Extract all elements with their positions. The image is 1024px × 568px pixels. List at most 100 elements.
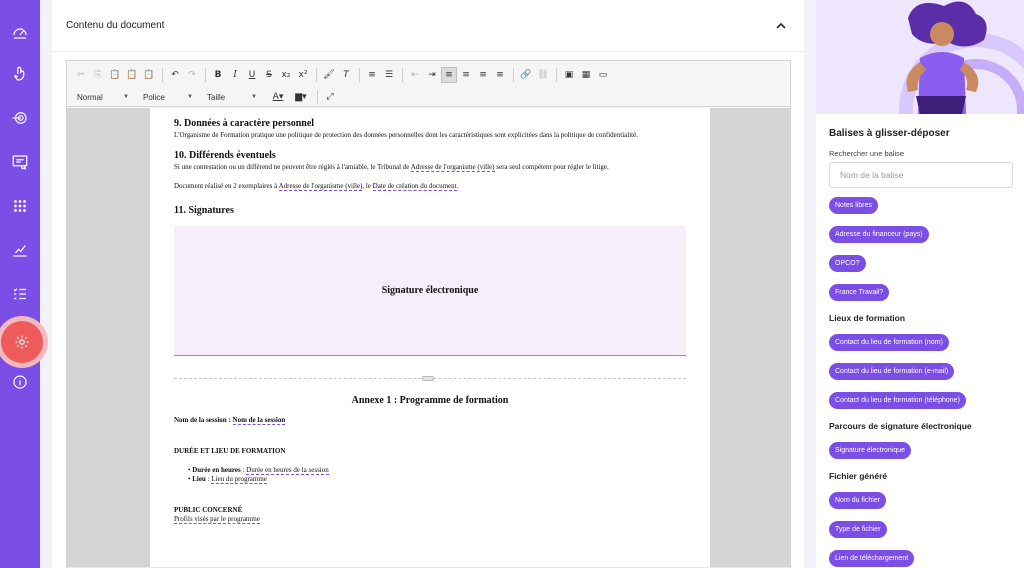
remove-format-icon[interactable]: T [338,67,354,83]
tag-lieu-programme[interactable]: Lieu du programme [211,475,267,484]
touch-icon[interactable] [8,62,32,86]
table-icon[interactable]: ▦ [578,67,594,83]
toolbar-separator [162,68,163,82]
chip-france-travail[interactable]: France Travail? [829,284,890,301]
rich-text-editor: ✂ ⎘ 📋 📋 📋 ↶ ↷ B I U S x₂ x² 🖌 T ≡ ☰ ⇤ ⇥ … [66,60,791,568]
toolbar-separator [359,68,360,82]
checklist-icon[interactable] [8,282,32,306]
tag-date-creation[interactable]: Date de création du document [372,182,457,191]
paste-text-icon[interactable]: 📋 [124,67,140,83]
group-title-parcours: Parcours de signature électronique [829,421,972,431]
card-title: Contenu du document [66,20,165,31]
session-label: Nom de la session : [174,416,233,424]
speed-icon[interactable] [8,20,32,44]
certificate-icon[interactable] [8,150,32,174]
page-break-divider [174,376,686,381]
copy-format-icon[interactable]: 🖌 [321,67,337,83]
settings-gear-icon[interactable] [1,321,43,363]
toolbar-separator [402,68,403,82]
chart-icon[interactable] [8,238,32,262]
image-icon[interactable]: ▣ [561,67,577,83]
align-justify-icon[interactable]: ≡ [492,67,508,83]
tag-adresse-organisme[interactable]: Adresse de l'organisme (ville) [278,182,363,191]
chevron-down-icon: ▼ [187,94,193,100]
text-color-icon[interactable]: A▾ [267,89,289,105]
tags-panel: Balises à glisser-déposer Rechercher une… [816,0,1024,568]
info-shield-icon[interactable] [8,370,32,394]
maximize-icon[interactable]: ⤢ [322,89,338,105]
chip-adresse-financeur[interactable]: Adresse du financeur (pays) [829,226,929,243]
superscript-icon[interactable]: x² [295,67,311,83]
tag-profils-vises[interactable]: Profils visés par le programme [174,515,260,524]
unlink-icon[interactable]: ⛓ [535,67,551,83]
chip-contact-lieu-nom[interactable]: Contact du lieu de formation (nom) [829,334,949,351]
italic-icon[interactable]: I [227,67,243,83]
toolbar-separator [556,68,557,82]
chip-opco[interactable]: OPCO? [829,255,866,272]
realise-text-b: , le [362,182,373,190]
chevron-up-icon[interactable] [772,17,790,35]
chip-contact-lieu-email[interactable]: Contact du lieu de formation (e-mail) [829,363,955,380]
cut-icon[interactable]: ✂ [73,67,89,83]
bold-icon[interactable]: B [210,67,226,83]
section-10-text-a: Si une contestation ou un différend ne p… [174,163,411,171]
chip-contact-lieu-telephone[interactable]: Contact du lieu de formation (téléphone) [829,392,966,409]
redo-icon[interactable]: ↷ [184,67,200,83]
align-left-icon[interactable]: ≡ [441,67,457,83]
tag-search-input[interactable] [829,162,1013,188]
undo-icon[interactable]: ↶ [167,67,183,83]
chip-nom-fichier[interactable]: Nom du fichier [829,492,887,509]
size-select-value: Taille [207,92,226,102]
chip-group-parcours: Signature électronique [829,439,1019,459]
tag-adresse-organisme[interactable]: Adresse de l'organisme (ville) [410,163,495,172]
bulleted-list-icon[interactable]: ☰ [381,67,397,83]
chip-notes-libres[interactable]: Notes libres [829,197,878,214]
document-content-card: Contenu du document ✂ ⎘ 📋 📋 📋 ↶ ↷ B I U … [52,0,804,568]
align-right-icon[interactable]: ≡ [475,67,491,83]
chip-type-fichier[interactable]: Type de fichier [829,521,887,538]
public-title: PUBLIC CONCERNÉ [174,506,243,514]
signature-label: Signature électronique [381,285,479,296]
subscript-icon[interactable]: x₂ [278,67,294,83]
format-select[interactable]: Normal ▼ [73,89,133,105]
tag-nom-session[interactable]: Nom de la session [232,416,286,425]
section-11-title: 11. Signatures [174,205,234,216]
target-icon[interactable] [8,106,32,130]
font-select-value: Police [143,92,165,102]
tag-duree-heures[interactable]: Durée en heures de la session [246,466,329,475]
chip-lien-telechargement[interactable]: Lien de téléchargement [829,550,915,567]
toolbar-separator [205,68,206,82]
copy-icon[interactable]: ⎘ [90,67,106,83]
background-color-icon[interactable]: ▆▾ [290,89,312,105]
duree-list: • Durée en heures : Durée en heures de l… [174,466,686,484]
illustration-character [816,0,1024,114]
chip-group-top: Notes libres Adresse du financeur (pays)… [829,194,1019,301]
duree-title: DURÉE ET LIEU DE FORMATION [174,447,286,455]
underline-icon[interactable]: U [244,67,260,83]
link-icon[interactable]: 🔗 [518,67,534,83]
toolbar-separator [316,68,317,82]
signature-placeholder[interactable]: Signature électronique [174,226,686,356]
public-line: Profils visés par le programme [174,515,686,524]
paste-icon[interactable]: 📋 [107,67,123,83]
tags-panel-body: Balises à glisser-déposer Rechercher une… [829,128,1019,568]
font-select[interactable]: Police ▼ [139,89,197,105]
duree-label: Durée en heures [192,466,241,474]
chip-signature-electronique[interactable]: Signature électronique [829,442,912,459]
outdent-icon[interactable]: ⇤ [407,67,423,83]
document-page[interactable]: 9. Données à caractère personnel L'Organ… [150,108,710,567]
dots-grid-icon[interactable] [8,194,32,218]
numbered-list-icon[interactable]: ≡ [364,67,380,83]
indent-icon[interactable]: ⇥ [424,67,440,83]
page-break-handle[interactable] [422,376,434,381]
document-scroll-area[interactable]: 9. Données à caractère personnel L'Organ… [67,108,790,567]
section-10-text-b: sera seul compétent pour régler le litig… [494,163,609,171]
align-center-icon[interactable]: ≡ [458,67,474,83]
paste-word-icon[interactable]: 📋 [141,67,157,83]
page-break-icon[interactable]: ▭ [595,67,611,83]
strikethrough-icon[interactable]: S [261,67,277,83]
toolbar-separator [513,68,514,82]
lieu-label: Lieu [192,475,206,483]
group-title-fichier: Fichier généré [829,471,888,481]
size-select[interactable]: Taille ▼ [203,89,261,105]
